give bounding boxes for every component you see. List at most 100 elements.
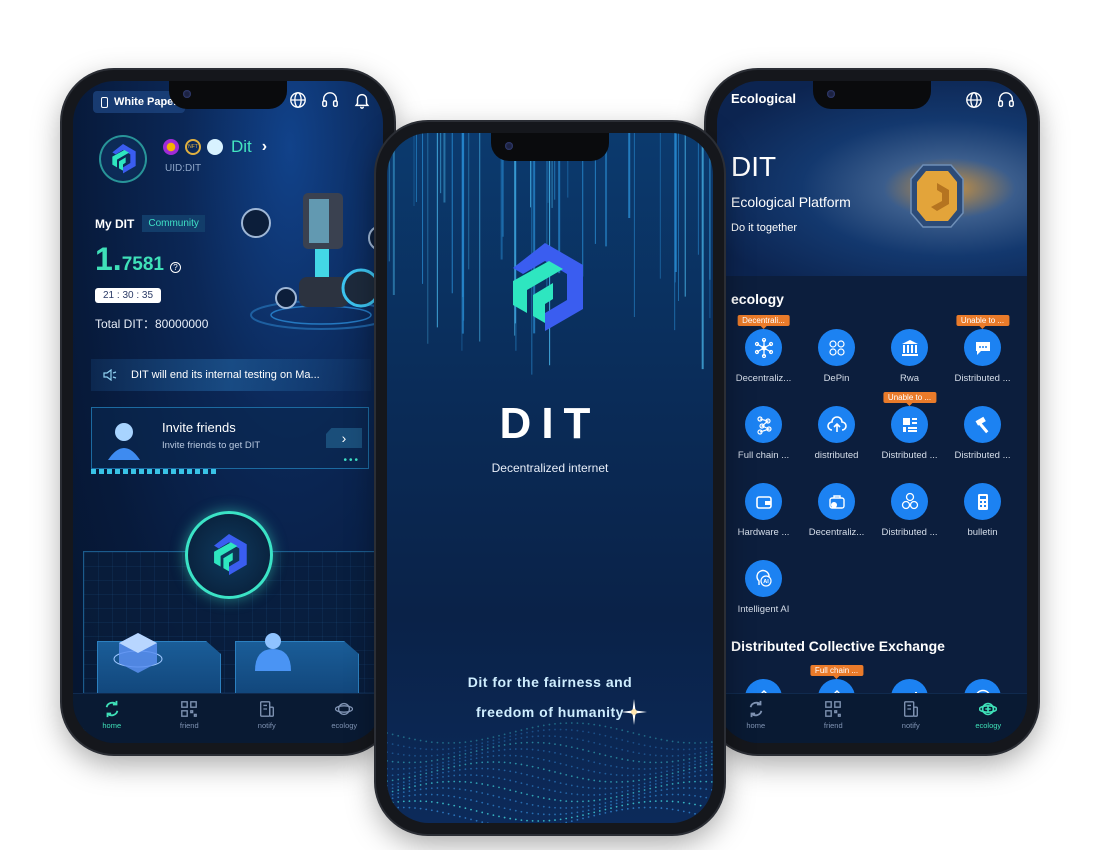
wave-dot — [576, 776, 579, 779]
tab-home[interactable]: home — [82, 700, 142, 730]
wave-dot — [565, 773, 568, 776]
wave-dot — [419, 793, 422, 796]
tab-notify[interactable]: notify — [237, 700, 297, 730]
profile-name[interactable]: Dit — [231, 137, 252, 157]
wave-dot — [593, 732, 596, 735]
app-label: Distributed ... — [954, 450, 1011, 461]
wave-dot — [598, 803, 601, 806]
app-tile[interactable]: AI Intelligent AI — [727, 560, 800, 615]
tab-home[interactable]: home — [726, 700, 786, 730]
wave-dot — [666, 780, 668, 783]
app-tile[interactable]: bulletin — [946, 483, 1019, 538]
wave-dot — [481, 742, 484, 745]
wave-dot — [582, 748, 584, 751]
wave-dot — [654, 761, 657, 764]
tab-friend[interactable]: friend — [803, 700, 863, 730]
help-icon[interactable]: ? — [169, 262, 181, 273]
tab-friend[interactable]: friend — [159, 700, 219, 730]
briefcase-coin-icon — [818, 483, 855, 520]
app-tile[interactable]: distributed — [800, 406, 873, 461]
wave-dot — [694, 748, 696, 750]
wave-dot — [526, 736, 528, 739]
wave-dot — [509, 808, 512, 811]
wave-dot — [520, 801, 523, 804]
avatar[interactable] — [99, 135, 147, 183]
tab-ecology[interactable]: ecology — [958, 700, 1018, 730]
wave-dot — [458, 788, 461, 791]
wave-dot — [475, 819, 478, 822]
app-tile[interactable]: Decentraliz... — [800, 483, 873, 538]
wave-dot — [610, 765, 612, 767]
wave-dot — [638, 806, 640, 809]
headset-icon[interactable] — [997, 91, 1015, 109]
wave-dot — [621, 808, 624, 811]
hero-subtitle: Ecological Platform — [731, 194, 851, 210]
tab-label: friend — [179, 721, 199, 730]
wave-dot — [649, 784, 652, 787]
wave-dot — [643, 782, 646, 785]
wave-dot — [565, 736, 568, 739]
wave-dot — [514, 748, 517, 750]
wave-dot — [498, 805, 500, 808]
wave-dot — [610, 726, 612, 729]
invite-friends-card[interactable]: Invite friends Invite friends to get DIT… — [91, 407, 369, 469]
app-tile[interactable]: Decentrali... Decentraliz... — [727, 315, 800, 384]
app-tile[interactable]: DePin — [800, 329, 873, 384]
globe-icon[interactable] — [289, 91, 307, 109]
headset-icon[interactable] — [321, 91, 339, 109]
tab-notify[interactable]: notify — [881, 700, 941, 730]
wave-dot — [638, 787, 640, 790]
bell-icon[interactable] — [353, 91, 371, 109]
wave-dot — [710, 817, 713, 819]
wave-dot — [531, 735, 534, 738]
wave-dot — [582, 768, 584, 771]
wave-dot — [660, 800, 663, 802]
wave-dot — [705, 750, 708, 753]
wave-dot — [649, 767, 652, 770]
wave-dot — [509, 748, 512, 751]
wave-dot — [442, 794, 444, 797]
wave-dot — [498, 796, 500, 798]
tab-ecology[interactable]: ecology — [314, 700, 374, 730]
invite-arrow-button[interactable]: › — [326, 428, 362, 448]
app-tile[interactable]: Unable to ... Distributed ... — [873, 392, 946, 461]
wave-dot — [387, 784, 388, 787]
app-tile[interactable]: Distributed ... — [946, 406, 1019, 461]
app-tile[interactable]: Hardware ... — [727, 483, 800, 538]
user-id: UID:DIT — [165, 163, 202, 174]
cloud-upload-icon — [818, 406, 855, 443]
app-tile[interactable]: Rwa — [873, 329, 946, 384]
notch — [813, 81, 931, 109]
wave-dot — [458, 774, 461, 777]
app-tile[interactable]: Distributed ... — [873, 483, 946, 538]
wave-dot — [554, 761, 556, 764]
profile[interactable]: NFT Dit › UID:DIT — [99, 135, 267, 183]
wave-dot — [666, 770, 668, 773]
wave-dot — [387, 751, 388, 754]
wave-dot — [654, 772, 657, 775]
wave-dot — [503, 740, 506, 742]
wave-dot — [688, 768, 691, 771]
announcement-bar[interactable]: DIT will end its internal testing on Ma.… — [91, 359, 371, 391]
app-tile[interactable]: Unable to ... Distributed ... — [946, 315, 1019, 384]
cube-icon — [113, 633, 163, 673]
hero-tagline: Do it together — [731, 222, 798, 234]
wave-dot — [688, 765, 691, 767]
community-tag[interactable]: Community — [142, 215, 205, 232]
chevron-right-icon[interactable]: › — [262, 138, 267, 156]
wave-dot — [654, 800, 657, 802]
wave-dot — [419, 800, 422, 803]
mining-core-button[interactable] — [185, 511, 273, 599]
hero-banner[interactable]: DIT Ecological Platform Do it together — [717, 81, 1027, 276]
tab-label: friend — [823, 721, 843, 730]
globe-icon[interactable] — [965, 91, 983, 109]
wave-dot — [582, 758, 584, 761]
dit-logo-icon — [214, 534, 247, 576]
wave-dot — [531, 820, 534, 822]
wave-dot — [408, 790, 411, 792]
app-tile[interactable]: Full chain ... — [727, 406, 800, 461]
wave-dot — [509, 817, 512, 820]
wave-dot — [486, 740, 489, 743]
wave-dot — [638, 743, 640, 746]
wave-dot — [643, 734, 646, 737]
